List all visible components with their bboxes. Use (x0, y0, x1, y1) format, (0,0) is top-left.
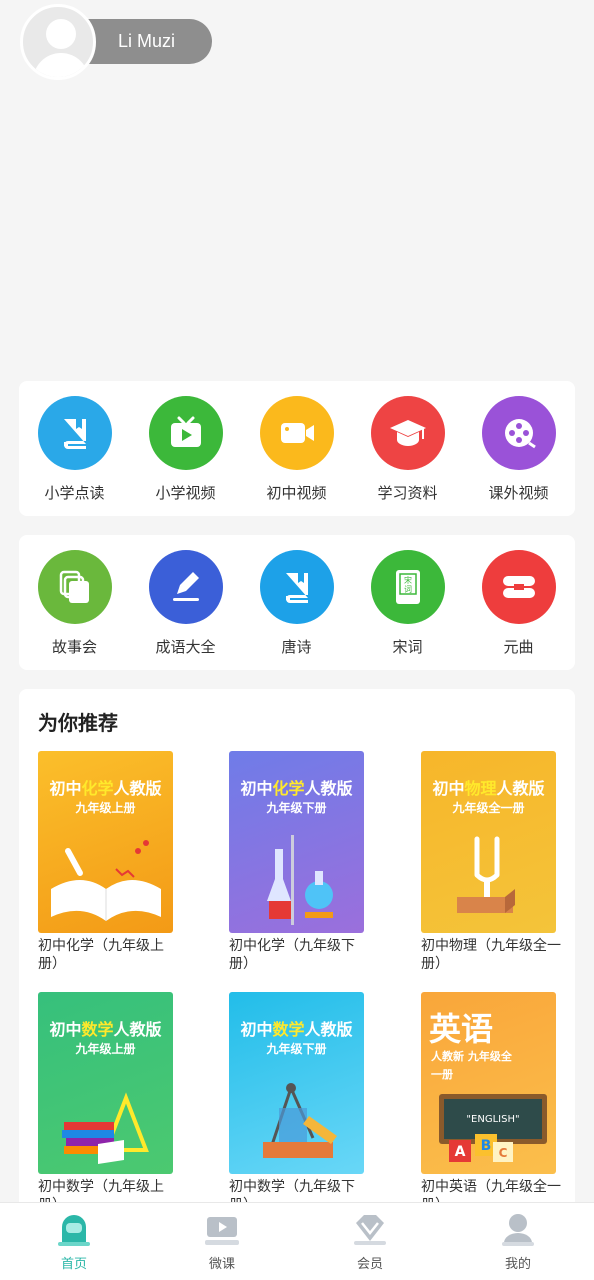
book-card[interactable]: 初中数学人教版 九年级下册 初中数学（九年级下册） (229, 992, 364, 1214)
home-icon (54, 1209, 94, 1249)
category-item-gushihui[interactable]: 故事会 (19, 550, 130, 657)
username: Li Muzi (118, 31, 176, 51)
video-camera-icon (259, 396, 334, 470)
scroll-icon (481, 550, 556, 624)
book-card[interactable]: 初中化学人教版 九年级上册 初中化学（九年级上册） (38, 751, 173, 973)
avatar[interactable] (20, 4, 96, 80)
book-card[interactable]: 初中数学人教版 九年级上册 初中数学（九年级上册） (38, 992, 173, 1214)
tab-vip[interactable]: 会员 (296, 1209, 444, 1272)
book-cover: 初中化学人教版 九年级下册 (229, 751, 364, 933)
book-cover: 英语 人教新 九年级全一册 "ENGLISH" A B C (421, 992, 556, 1174)
category-item-xiaoxue-diandu[interactable]: 小学点读 (19, 396, 130, 503)
bottom-tab-bar: 首页 微课 会员 我的 (0, 1202, 594, 1280)
graduation-cap-icon (370, 396, 445, 470)
category-item-songci[interactable]: 宋词 宋词 (352, 550, 463, 657)
book-card[interactable]: 初中化学人教版 九年级下册 初中化学（九年级下册） (229, 751, 364, 973)
book-icon (37, 396, 112, 470)
documents-icon (37, 550, 112, 624)
songci-book-icon: 宋词 (370, 550, 445, 624)
film-reel-icon (481, 396, 556, 470)
tab-profile[interactable]: 我的 (444, 1209, 592, 1272)
book-cover: 初中数学人教版 九年级上册 (38, 992, 173, 1174)
tv-play-icon (148, 396, 223, 470)
svg-text:词: 词 (404, 585, 412, 594)
book-card[interactable]: 初中物理人教版 九年级全一册 初中物理（九年级全一册） (421, 751, 561, 973)
pencil-icon (148, 550, 223, 624)
category-item-chuzhong-shipin[interactable]: 初中视频 (241, 396, 352, 503)
svg-text:"ENGLISH": "ENGLISH" (466, 1114, 519, 1125)
book-cover: 初中物理人教版 九年级全一册 (421, 751, 556, 933)
category-item-kewai-shipin[interactable]: 课外视频 (463, 396, 574, 503)
category-item-tangshi[interactable]: 唐诗 (241, 550, 352, 657)
tab-micro-lesson[interactable]: 微课 (148, 1209, 296, 1272)
book-cover: 初中化学人教版 九年级上册 (38, 751, 173, 933)
vip-diamond-icon (350, 1209, 390, 1249)
category-card-1: 小学点读 小学视频 初中视频 学习资料 课外视频 (19, 381, 575, 516)
book-icon (259, 550, 334, 624)
svg-text:B: B (481, 1138, 492, 1154)
profile-icon (498, 1209, 538, 1249)
svg-text:A: A (455, 1144, 466, 1160)
recommend-title: 为你推荐 (38, 711, 118, 735)
book-cover: 初中数学人教版 九年级下册 (229, 992, 364, 1174)
category-item-xuexi-ziliao[interactable]: 学习资料 (352, 396, 463, 503)
svg-text:C: C (499, 1146, 508, 1160)
book-card[interactable]: 英语 人教新 九年级全一册 "ENGLISH"ABC 初中英语（九年级全一册） (421, 992, 561, 1214)
recommend-section: 为你推荐 初中化学人教版 九年级上册 初中化学（九年级上册） 初中化学人教版 九… (19, 689, 575, 1280)
category-item-chengyu-daquan[interactable]: 成语大全 (130, 550, 241, 657)
svg-text:宋: 宋 (404, 575, 412, 585)
category-item-xiaoxue-shipin[interactable]: 小学视频 (130, 396, 241, 503)
tab-home[interactable]: 首页 (0, 1209, 148, 1272)
category-item-yuanqu[interactable]: 元曲 (463, 550, 574, 657)
micro-lesson-icon (202, 1209, 242, 1249)
category-card-2: 故事会 成语大全 唐诗 宋词 宋词 元曲 (19, 535, 575, 670)
